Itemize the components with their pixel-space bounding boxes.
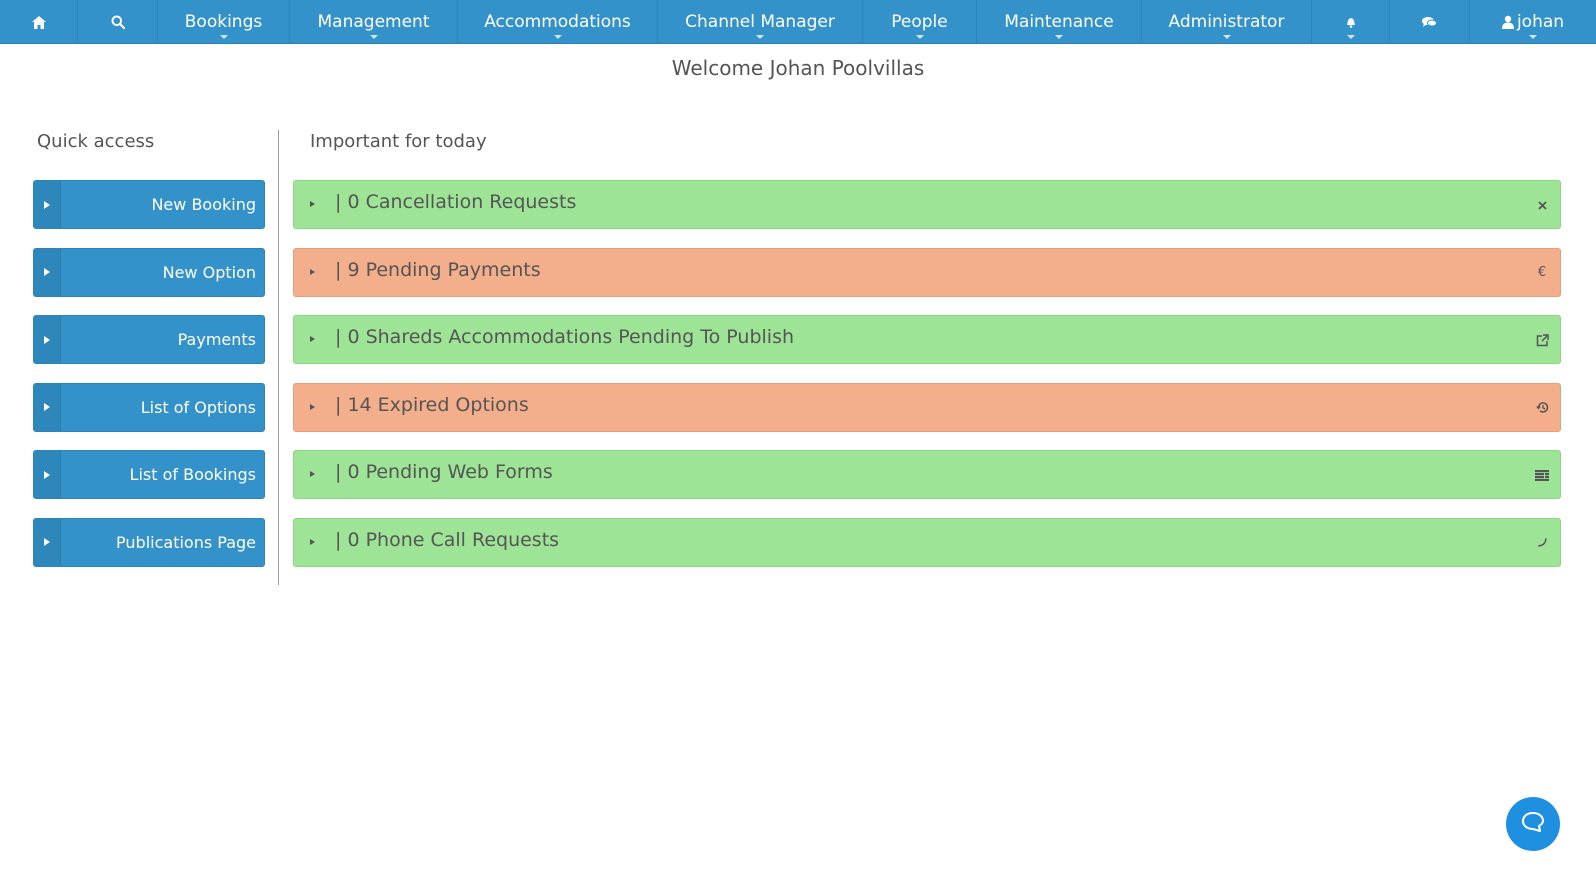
nav-user-menu[interactable]: johan (1470, 0, 1596, 44)
nav-bookings-label: Bookings (184, 12, 263, 32)
cancellation-requests-row[interactable]: | 0 Cancellation Requests (293, 180, 1561, 229)
important-row-label: | 14 Expired Options (335, 393, 529, 416)
nav-channel-manager-label: Channel Manager (685, 12, 835, 32)
user-icon (1501, 15, 1514, 29)
quick-access-title: Quick access (37, 131, 155, 152)
play-icon (34, 451, 61, 498)
nav-maintenance-label: Maintenance (1004, 12, 1114, 32)
chevron-down-icon (553, 35, 562, 39)
chat-bubble-icon (1521, 811, 1545, 837)
caret-right-icon (310, 201, 315, 207)
chevron-down-icon (756, 35, 764, 39)
nav-channel-manager[interactable]: Channel Manager (658, 0, 863, 44)
nav-maintenance[interactable]: Maintenance (977, 0, 1142, 44)
section-divider (278, 130, 279, 585)
top-navigation: Bookings Management Accommodations Chann… (0, 0, 1596, 44)
nav-people-label: People (891, 12, 948, 32)
important-row-label: | 9 Pending Payments (335, 258, 541, 281)
caret-right-icon (310, 268, 315, 275)
quick-access-label: List of Options (140, 397, 256, 417)
external-link-icon (1534, 332, 1550, 348)
nav-bookings[interactable]: Bookings (158, 0, 290, 44)
user-name-label: johan (1516, 12, 1565, 32)
phone-call-requests-row[interactable]: | 0 Phone Call Requests (293, 517, 1561, 567)
expired-options-row[interactable]: | 14 Expired Options (293, 382, 1561, 432)
quick-access-label: New Booking (151, 195, 256, 214)
important-row-label: | 0 Shareds Accommodations Pending To Pu… (335, 326, 795, 348)
chevron-down-icon (219, 35, 228, 39)
nav-accommodations-label: Accommodations (484, 12, 631, 32)
caret-right-icon (310, 471, 315, 477)
list-icon (1534, 467, 1550, 483)
important-row-label: | 0 Cancellation Requests (335, 191, 577, 213)
new-option-button[interactable]: New Option (33, 247, 265, 297)
important-list: | 0 Cancellation Requests | 9 Pending Pa… (293, 180, 1561, 585)
history-icon (1534, 400, 1550, 416)
nav-administrator[interactable]: Administrator (1142, 0, 1312, 44)
quick-access-label: Publications Page (116, 532, 256, 552)
chevron-down-icon (1222, 35, 1231, 39)
caret-right-icon (310, 538, 315, 545)
publications-page-button[interactable]: Publications Page (33, 517, 265, 567)
list-of-bookings-button[interactable]: List of Bookings (33, 450, 265, 499)
payments-button[interactable]: Payments (33, 315, 265, 364)
nav-people[interactable]: People (863, 0, 977, 44)
important-row-label: | 0 Phone Call Requests (335, 528, 560, 551)
play-icon (34, 383, 61, 431)
important-row-label: | 0 Pending Web Forms (335, 461, 553, 483)
phone-icon (1534, 535, 1550, 551)
new-booking-button[interactable]: New Booking (33, 180, 265, 229)
list-of-options-button[interactable]: List of Options (33, 382, 265, 432)
shared-accommodations-row[interactable]: | 0 Shareds Accommodations Pending To Pu… (293, 315, 1561, 364)
play-icon (34, 518, 61, 566)
quick-access-label: New Option (162, 262, 256, 282)
quick-access-list: New Booking New Option Payments List of … (33, 180, 265, 585)
pending-payments-row[interactable]: | 9 Pending Payments € (293, 247, 1561, 297)
chat-widget-button[interactable] (1506, 797, 1560, 851)
chevron-down-icon (1346, 35, 1355, 39)
important-title: Important for today (310, 131, 487, 152)
nav-administrator-label: Administrator (1168, 12, 1285, 32)
euro-icon: € (1537, 265, 1547, 280)
search-icon (111, 15, 125, 29)
home-icon (31, 15, 46, 29)
nav-search[interactable] (78, 0, 158, 44)
play-icon (34, 316, 61, 363)
welcome-heading: Welcome Johan Poolvillas (671, 56, 925, 80)
quick-access-label: Payments (177, 330, 256, 349)
play-icon (34, 248, 61, 296)
bell-icon (1345, 16, 1357, 28)
chevron-down-icon (915, 35, 924, 39)
chevron-down-icon (1529, 35, 1537, 39)
chevron-down-icon (369, 35, 378, 39)
comments-icon (1422, 16, 1437, 28)
quick-access-label: List of Bookings (129, 465, 256, 484)
nav-management[interactable]: Management (290, 0, 458, 44)
close-icon (1534, 197, 1550, 213)
caret-right-icon (310, 336, 315, 342)
caret-right-icon (310, 403, 315, 410)
nav-management-label: Management (317, 12, 430, 32)
nav-accommodations[interactable]: Accommodations (458, 0, 658, 44)
nav-messages[interactable] (1390, 0, 1470, 44)
nav-home[interactable] (0, 0, 78, 44)
pending-web-forms-row[interactable]: | 0 Pending Web Forms (293, 450, 1561, 499)
chevron-down-icon (1055, 35, 1063, 39)
nav-notifications[interactable] (1312, 0, 1390, 44)
play-icon (34, 181, 61, 228)
